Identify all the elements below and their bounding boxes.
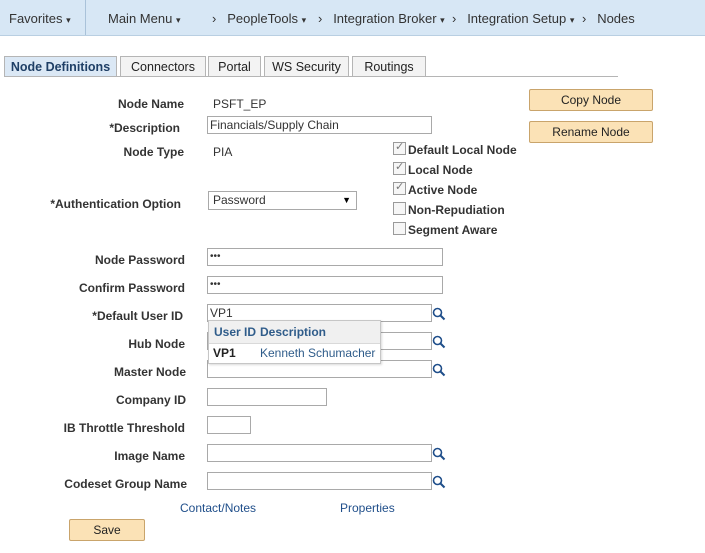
favorites-label: Favorites [9,11,63,26]
breadcrumb-separator: › [452,11,457,26]
breadcrumb-separator: › [582,11,587,26]
company-id-field[interactable] [207,388,327,406]
popup-row-user-id: VP1 [213,346,236,360]
local-node-checkbox[interactable] [393,160,406,175]
node-password-field[interactable]: ••• [207,248,443,266]
ib-throttle-threshold-field[interactable] [207,416,251,434]
codeset-group-name-label: Codeset Group Name [64,477,187,491]
master-node-lookup-icon[interactable] [432,363,446,377]
tab-node-definitions[interactable]: Node Definitions [4,56,117,77]
chevron-down-icon: ▾ [66,15,71,25]
main-menu-label: Main Menu [108,11,173,26]
non-repudiation-checkbox[interactable] [393,202,406,215]
authentication-option-label: *Authentication Option [50,197,181,211]
default-user-id-label: *Default User ID [92,309,183,323]
company-id-label: Company ID [115,393,186,407]
ib-throttle-threshold-label: IB Throttle Threshold [63,421,185,435]
breadcrumb-separator: › [212,11,217,26]
confirm-password-field[interactable]: ••• [207,276,443,294]
breadcrumb-separator: › [318,11,323,26]
popup-col-description: Description [260,325,327,339]
active-node-checkbox[interactable] [393,180,406,195]
popup-row-description: Kenneth Schumacher [260,346,376,360]
tab-routings[interactable]: Routings [352,56,426,77]
node-type-value: PIA [213,145,233,159]
non-repudiation-label: Non-Repudiation [408,203,505,217]
chevron-down-icon: ▾ [569,15,575,25]
hub-node-label: Hub Node [128,337,185,351]
favorites-menu[interactable]: Favorites ▾ [9,0,71,35]
nav-divider [85,0,86,35]
popup-col-user-id: User ID [214,325,257,339]
nodes-label: Nodes [597,11,635,26]
master-node-label: Master Node [113,365,186,379]
node-password-label: Node Password [94,253,185,267]
image-name-field[interactable] [207,444,432,462]
peopletools-label: PeopleTools [227,11,299,26]
breadcrumb-nodes[interactable]: › Nodes [582,0,635,35]
tab-connectors[interactable]: Connectors [120,56,206,77]
chevron-down-icon: ▾ [440,15,445,25]
chevron-down-icon: ▾ [175,15,181,25]
properties-link[interactable]: Properties [340,501,395,515]
copy-node-button[interactable]: Copy Node [529,89,653,111]
image-name-label: Image Name [114,449,185,463]
popup-header: User ID Description [209,321,380,344]
default-local-node-checkbox[interactable] [393,140,406,155]
codeset-group-lookup-icon[interactable] [432,475,446,489]
node-type-label: Node Type [123,145,184,159]
authentication-option-value: Password [213,193,266,207]
tab-ws-security[interactable]: WS Security [264,56,349,77]
integration-setup-label: Integration Setup [467,11,567,26]
description-field[interactable]: Financials/Supply Chain [207,116,432,134]
top-nav-bar: Favorites ▾ Main Menu ▾ › PeopleTools ▾ … [0,0,705,36]
save-button[interactable]: Save [69,519,145,541]
node-name-value: PSFT_EP [213,97,267,111]
authentication-option-select[interactable]: Password ▼ [208,191,357,210]
breadcrumb-integration-setup[interactable]: › Integration Setup ▾ [452,0,574,35]
default-user-id-lookup-icon[interactable] [432,307,446,321]
codeset-group-name-field[interactable] [207,472,432,490]
default-local-node-label: Default Local Node [408,143,517,157]
contact-notes-link[interactable]: Contact/Notes [180,501,256,515]
breadcrumb-peopletools[interactable]: › PeopleTools ▾ [212,0,306,35]
dropdown-arrow-icon: ▼ [342,195,351,205]
segment-aware-checkbox[interactable] [393,222,406,235]
breadcrumb-integration-broker[interactable]: › Integration Broker ▾ [318,0,445,35]
active-node-label: Active Node [408,183,478,197]
hub-node-lookup-icon[interactable] [432,335,446,349]
description-label: *Description [109,121,180,135]
user-id-lookup-popup: User ID Description VP1 Kenneth Schumach… [208,320,381,364]
tab-underline [4,76,618,77]
main-menu[interactable]: Main Menu ▾ [108,0,180,35]
tab-portal[interactable]: Portal [208,56,261,77]
confirm-password-label: Confirm Password [78,281,185,295]
image-name-lookup-icon[interactable] [432,447,446,461]
node-name-label: Node Name [117,97,184,111]
chevron-down-icon: ▾ [301,15,307,25]
rename-node-button[interactable]: Rename Node [529,121,653,143]
segment-aware-label: Segment Aware [408,223,498,237]
local-node-label: Local Node [408,163,473,177]
integration-broker-label: Integration Broker [333,11,437,26]
